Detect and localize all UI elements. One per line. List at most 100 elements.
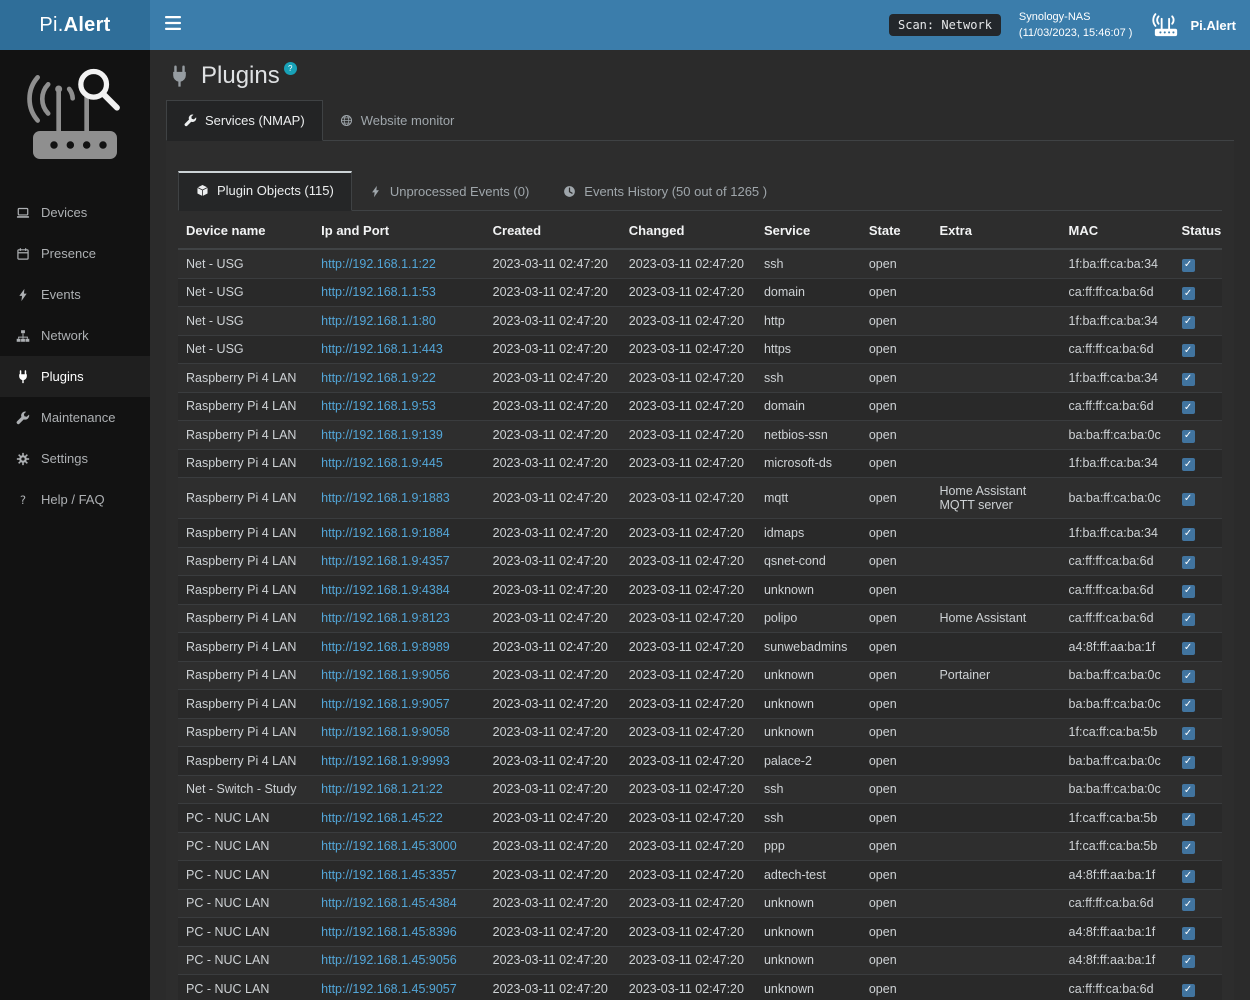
extra-cell	[931, 449, 1060, 478]
status-checkbox[interactable]: ✓	[1182, 756, 1195, 769]
sidebar-item-maintenance[interactable]: Maintenance	[0, 397, 150, 438]
status-checkbox[interactable]: ✓	[1182, 493, 1195, 506]
status-checkbox[interactable]: ✓	[1182, 259, 1195, 272]
service-cell: netbios-ssn	[756, 421, 861, 450]
ip-port-link[interactable]: http://192.168.1.1:443	[321, 342, 443, 356]
status-checkbox[interactable]: ✓	[1182, 528, 1195, 541]
ip-port-link[interactable]: http://192.168.1.9:4357	[321, 554, 450, 568]
ip-port-cell: http://192.168.1.9:1883	[313, 478, 484, 519]
ip-port-link[interactable]: http://192.168.1.9:139	[321, 428, 443, 442]
plugin-objects-table: Device nameIp and PortCreatedChangedServ…	[178, 213, 1222, 1000]
status-checkbox[interactable]: ✓	[1182, 927, 1195, 940]
sidebar-item-network[interactable]: Network	[0, 315, 150, 356]
status-cell: ✓	[1174, 307, 1222, 336]
brand-logo[interactable]: Pi.Alert	[0, 0, 150, 50]
created-cell: 2023-03-11 02:47:20	[485, 449, 621, 478]
status-checkbox[interactable]: ✓	[1182, 699, 1195, 712]
column-header-state[interactable]: State	[861, 213, 932, 249]
sidebar-item-settings[interactable]: Settings	[0, 438, 150, 479]
ip-port-link[interactable]: http://192.168.1.45:8396	[321, 925, 457, 939]
ip-port-link[interactable]: http://192.168.1.9:8123	[321, 611, 450, 625]
ip-port-link[interactable]: http://192.168.1.45:3357	[321, 868, 457, 882]
ip-port-link[interactable]: http://192.168.1.1:53	[321, 285, 436, 299]
changed-cell: 2023-03-11 02:47:20	[621, 661, 756, 690]
status-checkbox[interactable]: ✓	[1182, 870, 1195, 883]
status-checkbox[interactable]: ✓	[1182, 458, 1195, 471]
status-checkbox[interactable]: ✓	[1182, 316, 1195, 329]
ip-port-link[interactable]: http://192.168.1.9:22	[321, 371, 436, 385]
column-header-created[interactable]: Created	[485, 213, 621, 249]
ip-port-link[interactable]: http://192.168.1.9:9058	[321, 725, 450, 739]
sidebar-toggle-button[interactable]	[150, 0, 196, 50]
status-checkbox[interactable]: ✓	[1182, 955, 1195, 968]
status-checkbox[interactable]: ✓	[1182, 585, 1195, 598]
status-cell: ✓	[1174, 946, 1222, 975]
ip-port-link[interactable]: http://192.168.1.45:4384	[321, 896, 457, 910]
tab-events-history-50-out-of-1265[interactable]: Events History (50 out of 1265 )	[546, 171, 784, 211]
ip-port-link[interactable]: http://192.168.1.9:53	[321, 399, 436, 413]
nav-brand[interactable]: Pi.Alert	[1150, 12, 1236, 38]
mac-cell: 1f:ca:ff:ca:ba:5b	[1061, 718, 1174, 747]
ip-port-link[interactable]: http://192.168.1.9:1884	[321, 526, 450, 540]
table-row: Net - USGhttp://192.168.1.1:222023-03-11…	[178, 249, 1222, 278]
status-checkbox[interactable]: ✓	[1182, 813, 1195, 826]
help-badge[interactable]: ?	[284, 62, 297, 75]
sidebar-item-devices[interactable]: Devices	[0, 192, 150, 233]
column-header-service[interactable]: Service	[756, 213, 861, 249]
tab-unprocessed-events-0[interactable]: Unprocessed Events (0)	[352, 171, 546, 211]
sidebar-item-help-faq[interactable]: ?Help / FAQ	[0, 479, 150, 520]
ip-port-link[interactable]: http://192.168.1.21:22	[321, 782, 443, 796]
status-checkbox[interactable]: ✓	[1182, 373, 1195, 386]
state-cell: open	[861, 747, 932, 776]
tab-website-monitor[interactable]: Website monitor	[323, 100, 472, 141]
bolt-icon	[15, 288, 31, 302]
tab-plugin-objects-115[interactable]: Plugin Objects (115)	[178, 171, 352, 211]
ip-port-link[interactable]: http://192.168.1.9:4384	[321, 583, 450, 597]
status-checkbox[interactable]: ✓	[1182, 898, 1195, 911]
device-name-cell: Raspberry Pi 4 LAN	[178, 718, 313, 747]
ip-port-link[interactable]: http://192.168.1.9:9993	[321, 754, 450, 768]
ip-port-link[interactable]: http://192.168.1.9:1883	[321, 491, 450, 505]
sidebar-item-plugins[interactable]: Plugins	[0, 356, 150, 397]
status-checkbox[interactable]: ✓	[1182, 344, 1195, 357]
ip-port-link[interactable]: http://192.168.1.45:9056	[321, 953, 457, 967]
status-checkbox[interactable]: ✓	[1182, 556, 1195, 569]
status-checkbox[interactable]: ✓	[1182, 784, 1195, 797]
sidebar-item-presence[interactable]: Presence	[0, 233, 150, 274]
ip-port-link[interactable]: http://192.168.1.9:9057	[321, 697, 450, 711]
column-header-mac[interactable]: MAC	[1061, 213, 1174, 249]
status-checkbox[interactable]: ✓	[1182, 670, 1195, 683]
sidebar-item-events[interactable]: Events	[0, 274, 150, 315]
ip-port-link[interactable]: http://192.168.1.1:22	[321, 257, 436, 271]
status-checkbox[interactable]: ✓	[1182, 642, 1195, 655]
status-checkbox[interactable]: ✓	[1182, 401, 1195, 414]
column-header-extra[interactable]: Extra	[931, 213, 1060, 249]
ip-port-link[interactable]: http://192.168.1.45:9057	[321, 982, 457, 996]
table-row: PC - NUC LANhttp://192.168.1.45:90572023…	[178, 975, 1222, 1000]
ip-port-link[interactable]: http://192.168.1.9:9056	[321, 668, 450, 682]
tab-services-nmap[interactable]: Services (NMAP)	[166, 100, 323, 141]
status-checkbox[interactable]: ✓	[1182, 727, 1195, 740]
ip-port-link[interactable]: http://192.168.1.1:80	[321, 314, 436, 328]
status-checkbox[interactable]: ✓	[1182, 841, 1195, 854]
mac-cell: ca:ff:ff:ca:ba:6d	[1061, 975, 1174, 1000]
ip-port-link[interactable]: http://192.168.1.45:22	[321, 811, 443, 825]
column-header-status[interactable]: Status	[1174, 213, 1222, 249]
status-checkbox[interactable]: ✓	[1182, 287, 1195, 300]
extra-cell	[931, 690, 1060, 719]
created-cell: 2023-03-11 02:47:20	[485, 747, 621, 776]
status-checkbox[interactable]: ✓	[1182, 613, 1195, 626]
ip-port-link[interactable]: http://192.168.1.9:445	[321, 456, 443, 470]
ip-port-link[interactable]: http://192.168.1.9:8989	[321, 640, 450, 654]
status-checkbox[interactable]: ✓	[1182, 984, 1195, 997]
created-cell: 2023-03-11 02:47:20	[485, 804, 621, 833]
status-checkbox[interactable]: ✓	[1182, 430, 1195, 443]
column-header-device-name[interactable]: Device name	[178, 213, 313, 249]
table-row: PC - NUC LANhttp://192.168.1.45:222023-0…	[178, 804, 1222, 833]
state-cell: open	[861, 633, 932, 662]
column-header-ip-and-port[interactable]: Ip and Port	[313, 213, 484, 249]
status-cell: ✓	[1174, 249, 1222, 278]
column-header-changed[interactable]: Changed	[621, 213, 756, 249]
ip-port-link[interactable]: http://192.168.1.45:3000	[321, 839, 457, 853]
device-name-cell: Net - Switch - Study	[178, 775, 313, 804]
